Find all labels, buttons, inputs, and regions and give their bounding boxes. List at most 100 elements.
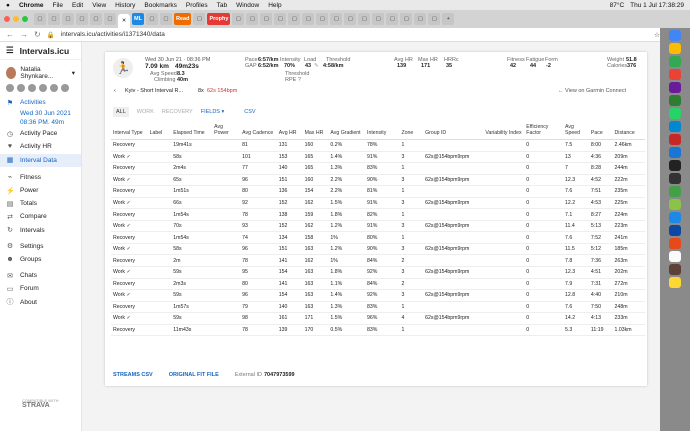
- athlete-avatar[interactable]: [6, 84, 14, 92]
- tab-group-prophy[interactable]: Prophy: [207, 13, 231, 25]
- tab-work[interactable]: WORK: [137, 109, 154, 115]
- tab-group-read[interactable]: Read: [174, 13, 192, 25]
- browser-tab[interactable]: ▢: [428, 13, 441, 25]
- table-row[interactable]: Recovery 1m54s 78 138 159 1.8% 82% 1 0 7.1 8:27 224…: [111, 208, 645, 221]
- browser-tab[interactable]: ▢: [274, 13, 287, 25]
- dock-app-icon[interactable]: [669, 56, 681, 67]
- dock-app-icon[interactable]: [669, 173, 681, 184]
- column-header[interactable]: Avg HR: [276, 124, 303, 140]
- browser-tab[interactable]: ▢: [260, 13, 273, 25]
- minimize-window-button[interactable]: [13, 16, 19, 22]
- chevron-left-icon[interactable]: ‹: [114, 88, 116, 94]
- clock[interactable]: Thu 1 Jul 17:38:29: [630, 2, 684, 9]
- menu-view[interactable]: View: [92, 2, 106, 9]
- column-header[interactable]: Avg Power: [212, 124, 241, 140]
- table-row[interactable]: Recovery 19m41s 81 131 160 0.2% 78% 1 0 7.5 8:00 2.…: [111, 139, 645, 152]
- activity-name[interactable]: Kyiv - Short Interval R...: [125, 88, 183, 94]
- reload-icon[interactable]: ↻: [34, 30, 41, 39]
- column-header[interactable]: Intensity: [365, 124, 400, 140]
- dock-app-icon[interactable]: [669, 30, 681, 41]
- table-row[interactable]: Recovery 11m43s 78 139 170 0.5% 83% 1 0 5.3 11:19 1…: [111, 324, 645, 337]
- browser-tab[interactable]: ▢: [62, 13, 74, 25]
- sidebar-item-forum[interactable]: ▭ Forum: [0, 282, 81, 295]
- dock-app-icon[interactable]: [669, 43, 681, 54]
- dock-app-icon[interactable]: [669, 199, 681, 210]
- chevron-down-icon[interactable]: ▾: [72, 69, 75, 77]
- browser-tab[interactable]: ▢: [358, 13, 371, 25]
- table-row[interactable]: Recovery 2m 78 141 162 1% 84% 2 0 7.8 7:36 263m: [111, 254, 645, 267]
- browser-tab[interactable]: ▢: [344, 13, 357, 25]
- dock-app-icon[interactable]: [669, 186, 681, 197]
- browser-tab[interactable]: ▢: [104, 13, 116, 25]
- dock-app-icon[interactable]: [669, 121, 681, 132]
- dock-app-icon[interactable]: [669, 160, 681, 171]
- athlete-avatar[interactable]: [39, 84, 47, 92]
- edit-icon[interactable]: ✎: [314, 63, 319, 69]
- rpe-label[interactable]: RPE ?: [285, 77, 301, 83]
- browser-tab[interactable]: ▢: [48, 13, 60, 25]
- table-row[interactable]: Work ✓ 66s 92 152 162 1.5% 91% 3 62s@154bpm9rpm 0…: [111, 197, 645, 210]
- column-header[interactable]: Group ID: [423, 124, 484, 140]
- table-row[interactable]: Work ✓ 59s 98 161 171 1.5% 96% 4 62s@154bpm9rpm 0…: [111, 312, 645, 325]
- browser-tab[interactable]: ▢: [246, 13, 259, 25]
- column-header[interactable]: Max HR: [302, 124, 329, 140]
- table-row[interactable]: Recovery 1m57s 79 140 163 1.3% 83% 1 0 7.6 7:50 248…: [111, 301, 645, 314]
- tab-recovery[interactable]: RECOVERY: [162, 109, 193, 115]
- tab-group-ml[interactable]: ML: [132, 13, 144, 25]
- athlete-avatar[interactable]: [61, 84, 69, 92]
- dock-app-icon[interactable]: [669, 95, 681, 106]
- fields-dropdown[interactable]: FIELDS ▾: [201, 109, 225, 115]
- sidebar-item-totals[interactable]: ▤ Totals: [0, 197, 81, 210]
- column-header[interactable]: Avg Gradient: [328, 124, 365, 140]
- view-garmin-link[interactable]: ← View on Garmin Connect: [558, 88, 626, 94]
- close-tab-icon[interactable]: ✕: [122, 18, 127, 24]
- menu-window[interactable]: Window: [236, 2, 259, 9]
- column-header[interactable]: Avg Cadence: [240, 124, 277, 140]
- column-header[interactable]: Elapsed Time: [171, 124, 213, 140]
- run-icon[interactable]: 🏃: [113, 58, 133, 78]
- column-header[interactable]: Pace: [588, 124, 613, 140]
- menu-history[interactable]: History: [115, 2, 135, 9]
- sidebar-item-activity-hr[interactable]: ♥ Activity HR: [0, 140, 81, 153]
- dock-app-icon[interactable]: [669, 251, 681, 262]
- sidebar-item-settings[interactable]: ⚙ Settings: [0, 240, 81, 253]
- back-icon[interactable]: ←: [6, 30, 14, 39]
- browser-tab[interactable]: ▢: [90, 13, 102, 25]
- table-row[interactable]: Work ✓ 58s 96 151 163 1.2% 90% 3 62s@154bpm9rpm 0…: [111, 243, 645, 256]
- sidebar-item-power[interactable]: ⚡ Power: [0, 184, 81, 197]
- menu-chrome[interactable]: Chrome: [19, 2, 44, 9]
- athlete-avatar[interactable]: [17, 84, 25, 92]
- athlete-avatar[interactable]: [50, 84, 58, 92]
- url-field[interactable]: intervals.icu/activities/i1371340/data: [61, 31, 648, 38]
- sidebar-item-intervals[interactable]: ↻ Intervals: [0, 224, 81, 237]
- table-row[interactable]: Work ✓ 59s 95 154 163 1.8% 92% 3 62s@154bpm9rpm 0…: [111, 266, 645, 279]
- menu-file[interactable]: File: [53, 2, 63, 9]
- table-row[interactable]: Recovery 2m4s 77 140 165 1.3% 83% 1 0 7 8:28 244m: [111, 162, 645, 175]
- lock-icon[interactable]: 🔒: [47, 31, 55, 39]
- sidebar-item-groups[interactable]: ☻ Groups: [0, 253, 81, 266]
- browser-tab[interactable]: ▢: [160, 13, 172, 25]
- table-row[interactable]: Recovery 1m51s 80 136 154 2.2% 81% 1 0 7.6 7:51 235…: [111, 185, 645, 198]
- menu-bookmarks[interactable]: Bookmarks: [144, 2, 177, 9]
- browser-tab[interactable]: ▢: [232, 13, 245, 25]
- browser-tab[interactable]: ▢: [76, 13, 88, 25]
- close-window-button[interactable]: [4, 16, 10, 22]
- table-row[interactable]: Recovery 2m3s 80 141 163 1.1% 84% 2 0 7.9 7:31 272m: [111, 278, 645, 291]
- activity-time[interactable]: 08:36 PM. 49m: [0, 118, 81, 127]
- avatar[interactable]: [6, 67, 17, 79]
- hamburger-icon[interactable]: ☰: [6, 45, 14, 56]
- browser-tab[interactable]: ▢: [316, 13, 329, 25]
- table-row[interactable]: Work ✓ 65s 96 151 160 2.2% 90% 3 62s@154bpm9rpm 0…: [111, 174, 645, 187]
- strava-badge[interactable]: COMPATIBLE WITH STRAVA: [22, 398, 59, 409]
- browser-tab[interactable]: ▢: [330, 13, 343, 25]
- app-title[interactable]: Intervals.icu: [20, 46, 70, 56]
- sidebar-item-interval-data[interactable]: ▦ Interval Data: [0, 153, 81, 167]
- dock-app-icon[interactable]: [669, 277, 681, 288]
- dock-app-icon[interactable]: [669, 147, 681, 158]
- new-tab-button[interactable]: +: [442, 13, 455, 25]
- browser-tab[interactable]: ▢: [288, 13, 301, 25]
- browser-tab[interactable]: ▢: [372, 13, 385, 25]
- browser-tab[interactable]: ▢: [302, 13, 315, 25]
- column-header[interactable]: Distance: [612, 124, 645, 140]
- column-header[interactable]: Variability Index: [483, 124, 525, 140]
